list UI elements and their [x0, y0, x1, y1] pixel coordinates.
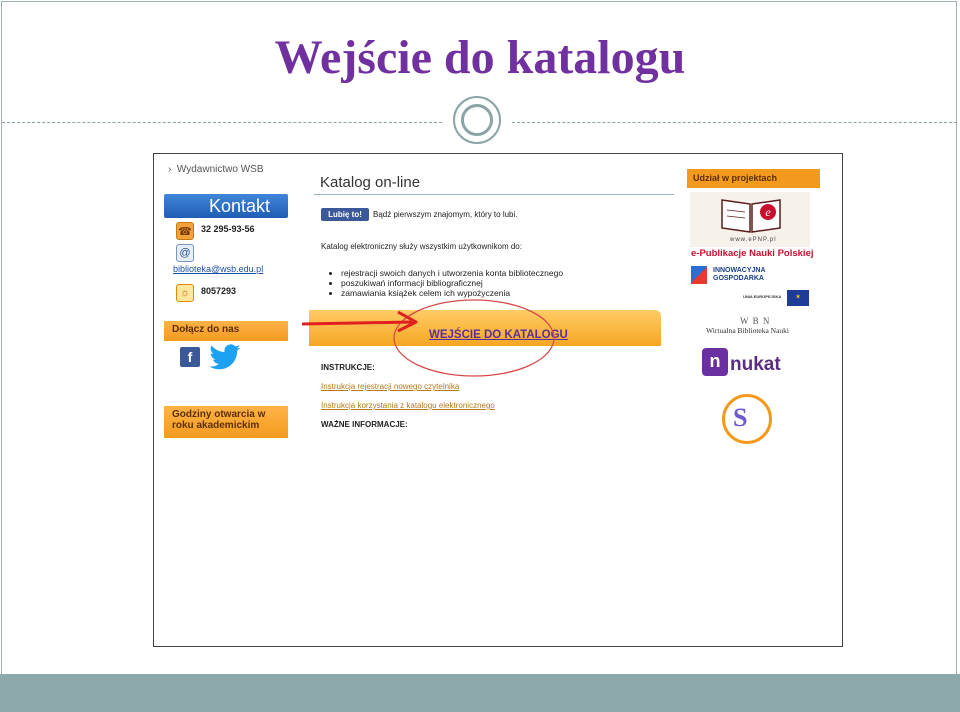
title-underline — [314, 194, 674, 195]
join-us-header: Dołącz do nas — [164, 321, 288, 341]
innowacyjna-gospodarka-logo[interactable]: INNOWACYJNA GOSPODARKA UNIA EUROPEJSKA ✶ — [691, 264, 809, 312]
nukat-logo-text[interactable]: nukat — [730, 354, 781, 376]
annotation-ellipse — [393, 299, 555, 377]
eu-text: UNIA EUROPEJSKA — [743, 294, 782, 299]
email-icon: @ — [176, 244, 194, 262]
sowa-logo-letter: S — [733, 403, 748, 432]
contact-email-link[interactable]: biblioteka@wsb.edu.pl — [173, 264, 263, 274]
epnp-logo[interactable]: e www.ePNP.pl — [690, 192, 810, 247]
book-icon: e — [721, 199, 781, 233]
svg-text:e: e — [765, 205, 771, 219]
footer-band — [0, 674, 960, 712]
instructions-header: INSTRUKCJE: — [321, 363, 375, 372]
instruction-link-registration[interactable]: Instrukcja rejestracji nowego czytelnika — [321, 382, 459, 391]
facebook-like-button[interactable]: Lubię to! — [321, 208, 369, 221]
phone-icon: ☎ — [176, 222, 194, 240]
opening-hours-header[interactable]: Godziny otwarcia w roku akademickim — [164, 406, 288, 438]
sun-icon: ☼ — [176, 284, 194, 302]
page-title: Katalog on-line — [320, 174, 421, 191]
chevron-right-icon: › — [168, 164, 177, 175]
wbn-title: W B N — [740, 316, 771, 326]
list-item: poszukiwań informacji bibliograficznej — [341, 278, 563, 288]
eu-flag-icon: ✶ — [787, 290, 809, 306]
epnp-caption: e-Publikacje Nauki Polskiej — [691, 248, 814, 259]
list-item: rejestracji swoich danych i utworzenia k… — [341, 268, 563, 278]
like-text: Bądź pierwszym znajomym, który to lubi. — [373, 210, 518, 219]
important-info-header: WAŻNE INFORMACJE: — [321, 420, 408, 429]
epnp-url: www.ePNP.pl — [730, 237, 777, 243]
library-page-screenshot: › Wydawnictwo WSB Kontakt ☎ 32 295-93-56… — [153, 153, 843, 647]
catalog-intro: Katalog elektroniczny służy wszystkim uż… — [321, 242, 522, 251]
breadcrumb[interactable]: › Wydawnictwo WSB — [168, 164, 264, 175]
wbn-caption[interactable]: Wirtualna Biblioteka Nauki — [706, 326, 789, 335]
nukat-logo-icon[interactable]: n — [702, 348, 728, 376]
sowa-logo[interactable]: S — [722, 394, 772, 444]
slide-title: Wejście do katalogu — [274, 31, 686, 84]
title-divider-left — [2, 122, 442, 123]
ig-title: INNOWACYJNA GOSPODARKA — [713, 267, 766, 282]
contact-number: 8057293 — [201, 286, 237, 296]
contact-phone: 32 295-93-56 — [201, 224, 255, 234]
projects-header: Udział w projektach — [687, 169, 820, 188]
instruction-link-catalog-usage[interactable]: Instrukcja korzystania z katalogu elektr… — [321, 401, 495, 410]
annotation-arrow-shaft — [301, 320, 413, 326]
title-divider-right — [512, 122, 957, 123]
contact-header: Kontakt — [164, 194, 288, 218]
facebook-icon[interactable]: f — [180, 347, 200, 367]
twitter-icon[interactable] — [208, 344, 242, 372]
ig-emblem-icon — [691, 266, 707, 284]
divider-circle-ornament — [453, 96, 501, 144]
